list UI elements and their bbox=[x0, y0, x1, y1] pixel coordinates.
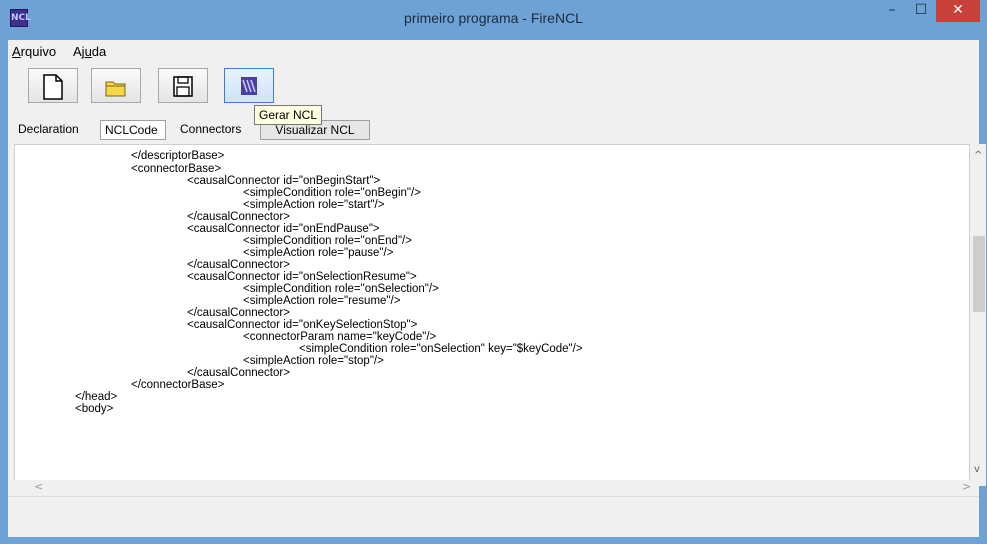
menu-ajuda[interactable]: Ajuda bbox=[73, 44, 106, 59]
code-line: <body> bbox=[75, 403, 114, 415]
code-line: <causalConnector id="onSelectionResume"> bbox=[187, 271, 417, 283]
code-line: <connectorParam name="keyCode"/> bbox=[243, 331, 437, 343]
code-line: <simpleCondition role="onBegin"/> bbox=[243, 187, 421, 199]
maximize-button[interactable]: ☐ bbox=[907, 0, 935, 22]
code-line: </descriptorBase> bbox=[131, 150, 225, 162]
code-line: </causalConnector> bbox=[187, 367, 290, 379]
code-line: <simpleAction role="start"/> bbox=[243, 199, 385, 211]
code-line: </causalConnector> bbox=[187, 259, 290, 271]
code-line: <simpleCondition role="onSelection"/> bbox=[243, 283, 439, 295]
open-button[interactable] bbox=[91, 68, 141, 103]
scroll-up-arrow-icon[interactable]: ^ bbox=[974, 150, 982, 161]
menu-ajuda-label-end: da bbox=[91, 44, 107, 59]
save-icon bbox=[173, 76, 193, 97]
code-line: <simpleCondition role="onSelection" key=… bbox=[299, 343, 583, 355]
toolbar bbox=[8, 64, 979, 112]
code-line: <causalConnector id="onKeySelectionStop"… bbox=[187, 319, 418, 331]
scroll-down-arrow-icon[interactable]: v bbox=[974, 464, 980, 475]
menu-arquivo-label: rquivo bbox=[20, 44, 57, 59]
code-line: </head> bbox=[75, 391, 118, 403]
tab-nclcode[interactable]: NCLCode bbox=[100, 120, 166, 140]
menu-ajuda-mnemonic: u bbox=[84, 44, 92, 59]
menu-arquivo-mnemonic: A bbox=[12, 44, 21, 59]
generate-ncl-icon bbox=[241, 77, 257, 95]
code-line: <causalConnector id="onEndPause"> bbox=[187, 223, 380, 235]
menu-ajuda-label-start: Aj bbox=[73, 44, 85, 59]
menu-bar: Arquivo Ajuda bbox=[8, 40, 979, 62]
code-line: <simpleAction role="stop"/> bbox=[243, 355, 384, 367]
vertical-scrollbar[interactable]: ^ v bbox=[972, 144, 986, 486]
title-bar[interactable]: NCL primeiro programa - FireNCL – ☐ ✕ bbox=[0, 0, 987, 40]
tab-connectors[interactable]: Connectors bbox=[176, 120, 252, 140]
window-title: primeiro programa - FireNCL bbox=[404, 10, 583, 26]
new-file-icon bbox=[43, 74, 63, 100]
open-folder-icon bbox=[105, 81, 126, 97]
code-line: </causalConnector> bbox=[187, 211, 290, 223]
tab-declaration[interactable]: Declaration bbox=[14, 120, 88, 140]
tab-strip: Declaration NCLCode Connectors Visualiza… bbox=[8, 116, 979, 142]
minimize-button[interactable]: – bbox=[878, 0, 906, 22]
scroll-left-arrow-icon[interactable]: < bbox=[34, 480, 43, 493]
scroll-right-arrow-icon[interactable]: > bbox=[962, 480, 971, 493]
code-line: <simpleAction role="resume"/> bbox=[243, 295, 401, 307]
close-button[interactable]: ✕ bbox=[936, 0, 980, 22]
client-area: Arquivo Ajuda Gerar NCL Declaration NCLC… bbox=[8, 40, 986, 537]
generate-ncl-button[interactable] bbox=[224, 68, 274, 103]
code-line: </causalConnector> bbox=[187, 307, 290, 319]
new-button[interactable] bbox=[28, 68, 78, 103]
code-line: </connectorBase> bbox=[131, 379, 225, 391]
status-bar bbox=[8, 496, 979, 537]
code-editor[interactable]: </descriptorBase> <connectorBase> <causa… bbox=[14, 144, 970, 488]
tooltip-gerar-ncl: Gerar NCL bbox=[254, 105, 323, 125]
vertical-scroll-thumb[interactable] bbox=[973, 236, 985, 312]
menu-arquivo[interactable]: Arquivo bbox=[12, 44, 56, 59]
code-line: <simpleAction role="pause"/> bbox=[243, 247, 394, 259]
app-window: NCL primeiro programa - FireNCL – ☐ ✕ Ar… bbox=[0, 0, 987, 544]
code-line: <simpleCondition role="onEnd"/> bbox=[243, 235, 412, 247]
save-button[interactable] bbox=[158, 68, 208, 103]
code-line: <causalConnector id="onBeginStart"> bbox=[187, 175, 381, 187]
code-line: <connectorBase> bbox=[131, 163, 222, 175]
horizontal-scrollbar[interactable]: < > bbox=[14, 480, 972, 494]
